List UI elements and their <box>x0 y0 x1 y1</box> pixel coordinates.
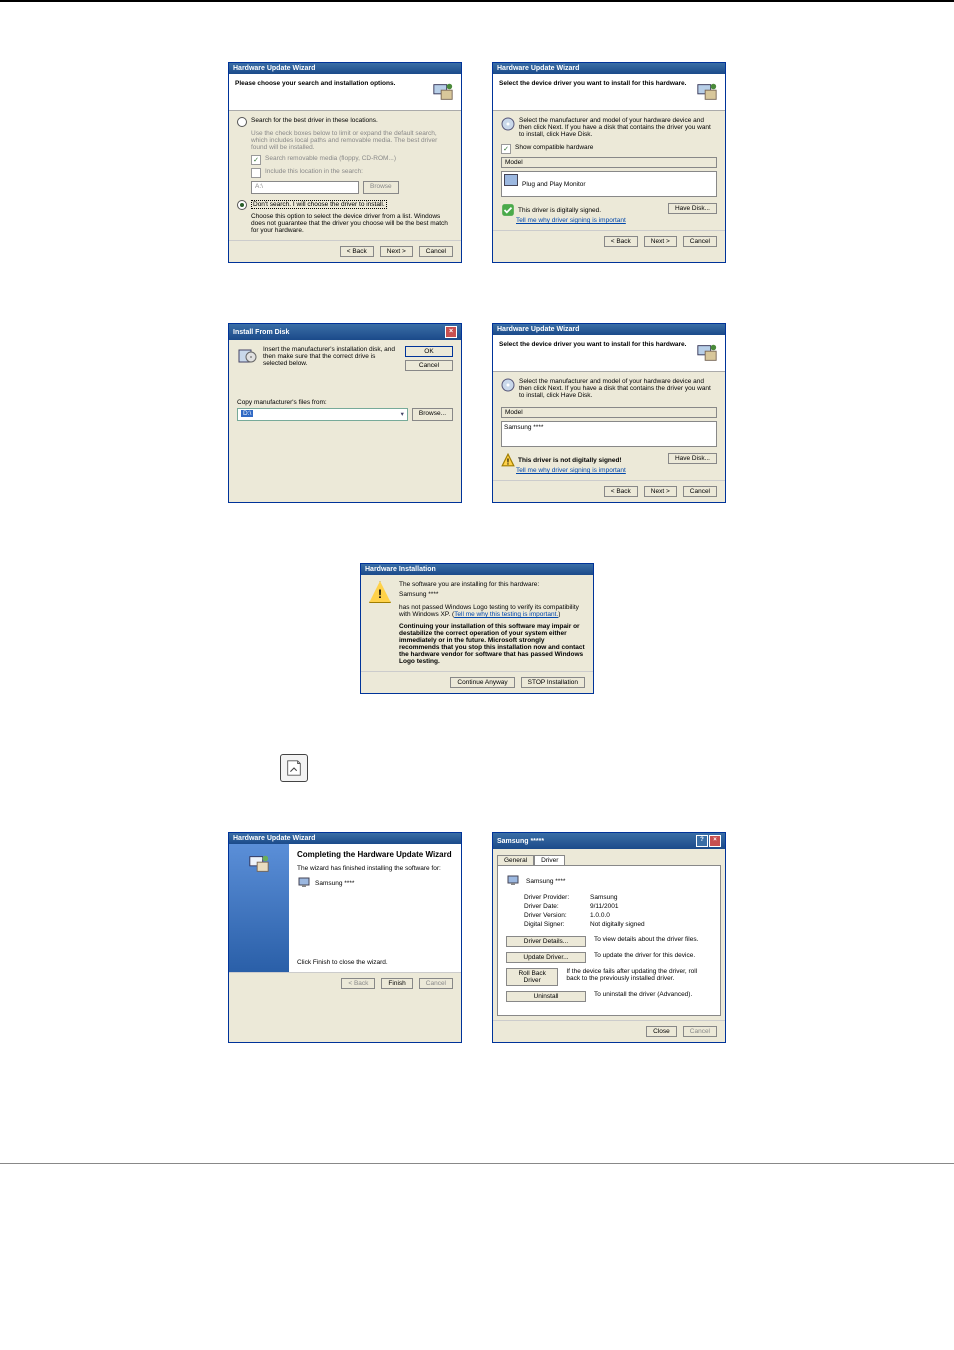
browse-button: Browse <box>363 181 399 194</box>
finish-button[interactable]: Finish <box>381 978 412 989</box>
uninstall-button[interactable]: Uninstall <box>506 991 586 1002</box>
check-removable <box>251 155 261 165</box>
title: Samsung ***** <box>497 838 544 845</box>
cancel-button[interactable]: Cancel <box>683 236 717 247</box>
titlebar: Hardware Update Wizard <box>493 63 725 74</box>
hardware-installation-dialog: Hardware Installation ! The software you… <box>360 563 594 694</box>
title: Hardware Update Wizard <box>233 65 315 72</box>
close-button[interactable]: Close <box>646 1026 677 1037</box>
svg-text:!: ! <box>507 458 510 467</box>
warn-icon: ! <box>501 453 515 467</box>
driver-details-button[interactable]: Driver Details... <box>506 936 586 947</box>
titlebar: Samsung ***** ? × <box>493 833 725 849</box>
tab-driver[interactable]: Driver <box>534 855 565 865</box>
titlebar: Install From Disk × <box>229 324 461 340</box>
tab-general[interactable]: General <box>497 855 534 865</box>
hardware-icon <box>695 341 719 365</box>
heading: Select the device driver you want to ins… <box>499 341 686 348</box>
note-icon <box>280 754 308 782</box>
monitor-icon <box>504 174 518 186</box>
back-button: < Back <box>341 978 375 989</box>
disc-icon <box>501 378 515 392</box>
heading: Completing the Hardware Update Wizard <box>297 850 453 859</box>
cancel-button[interactable]: Cancel <box>683 486 717 497</box>
titlebar: Hardware Installation <box>361 564 593 575</box>
monitor-icon <box>506 874 520 888</box>
cancel-button: Cancel <box>419 978 453 989</box>
completing-dialog: Hardware Update Wizard Completing the Ha… <box>228 832 462 1043</box>
radio-dont-search[interactable] <box>237 200 247 210</box>
title: Hardware Update Wizard <box>233 835 315 842</box>
next-button[interactable]: Next > <box>644 236 677 247</box>
warning-icon: ! <box>369 581 391 665</box>
signing-link[interactable]: Tell me why driver signing is important <box>516 467 626 474</box>
heading: Select the device driver you want to ins… <box>499 80 686 87</box>
disc-icon <box>501 117 515 131</box>
ok-button[interactable]: OK <box>405 346 453 357</box>
wizard-sidebar <box>229 844 289 972</box>
install-from-disk-dialog: Install From Disk × Insert the manufactu… <box>228 323 462 503</box>
disk-icon <box>237 346 257 366</box>
signing-link[interactable]: Tell me why driver signing is important <box>516 217 626 224</box>
back-button[interactable]: < Back <box>340 246 374 257</box>
heading: Please choose your search and installati… <box>235 80 395 87</box>
check-location <box>251 168 261 178</box>
titlebar: Hardware Update Wizard <box>229 833 461 844</box>
path-input[interactable]: D:\▾ <box>237 408 408 421</box>
have-disk-button[interactable]: Have Disk... <box>668 453 717 464</box>
cancel-button: Cancel <box>683 1026 717 1037</box>
next-button[interactable]: Next > <box>380 246 413 257</box>
testing-link[interactable]: Tell me why this testing is important. <box>454 611 558 618</box>
hardware-icon <box>247 852 271 876</box>
help-icon[interactable]: ? <box>696 835 708 847</box>
rollback-button[interactable]: Roll Back Driver <box>506 968 558 986</box>
titlebar: Hardware Update Wizard <box>229 63 461 74</box>
title: Hardware Update Wizard <box>497 326 579 333</box>
close-icon[interactable]: × <box>445 326 457 338</box>
title: Hardware Installation <box>365 566 436 573</box>
model-list[interactable]: Plug and Play Monitor <box>501 171 717 197</box>
hardware-icon <box>695 80 719 104</box>
signed-icon <box>501 203 515 217</box>
have-disk-button[interactable]: Have Disk... <box>668 203 717 214</box>
stop-button[interactable]: STOP Installation <box>521 677 585 688</box>
update-driver-button[interactable]: Update Driver... <box>506 952 586 963</box>
cancel-button[interactable]: Cancel <box>419 246 453 257</box>
select-driver-dialog-1: Hardware Update Wizard Select the device… <box>492 62 726 263</box>
next-button[interactable]: Next > <box>644 486 677 497</box>
title: Install From Disk <box>233 329 289 336</box>
close-icon[interactable]: × <box>709 835 721 847</box>
titlebar: Hardware Update Wizard <box>493 324 725 335</box>
properties-dialog: Samsung ***** ? × General Driver Samsung… <box>492 832 726 1043</box>
monitor-icon <box>297 876 311 890</box>
back-button[interactable]: < Back <box>604 486 638 497</box>
model-header: Model <box>501 407 717 418</box>
check-show-compat[interactable] <box>501 144 511 154</box>
title: Hardware Update Wizard <box>497 65 579 72</box>
back-button[interactable]: < Back <box>604 236 638 247</box>
path-field: A:\ <box>251 181 359 194</box>
browse-button[interactable]: Browse... <box>412 408 453 421</box>
select-driver-dialog-2: Hardware Update Wizard Select the device… <box>492 323 726 503</box>
continue-button[interactable]: Continue Anyway <box>450 677 514 688</box>
model-header: Model <box>501 157 717 168</box>
radio-search[interactable] <box>237 117 247 127</box>
search-options-dialog: Hardware Update Wizard Please choose you… <box>228 62 462 263</box>
model-list[interactable]: Samsung **** <box>501 421 717 447</box>
hardware-icon <box>431 80 455 104</box>
cancel-button[interactable]: Cancel <box>405 360 453 371</box>
